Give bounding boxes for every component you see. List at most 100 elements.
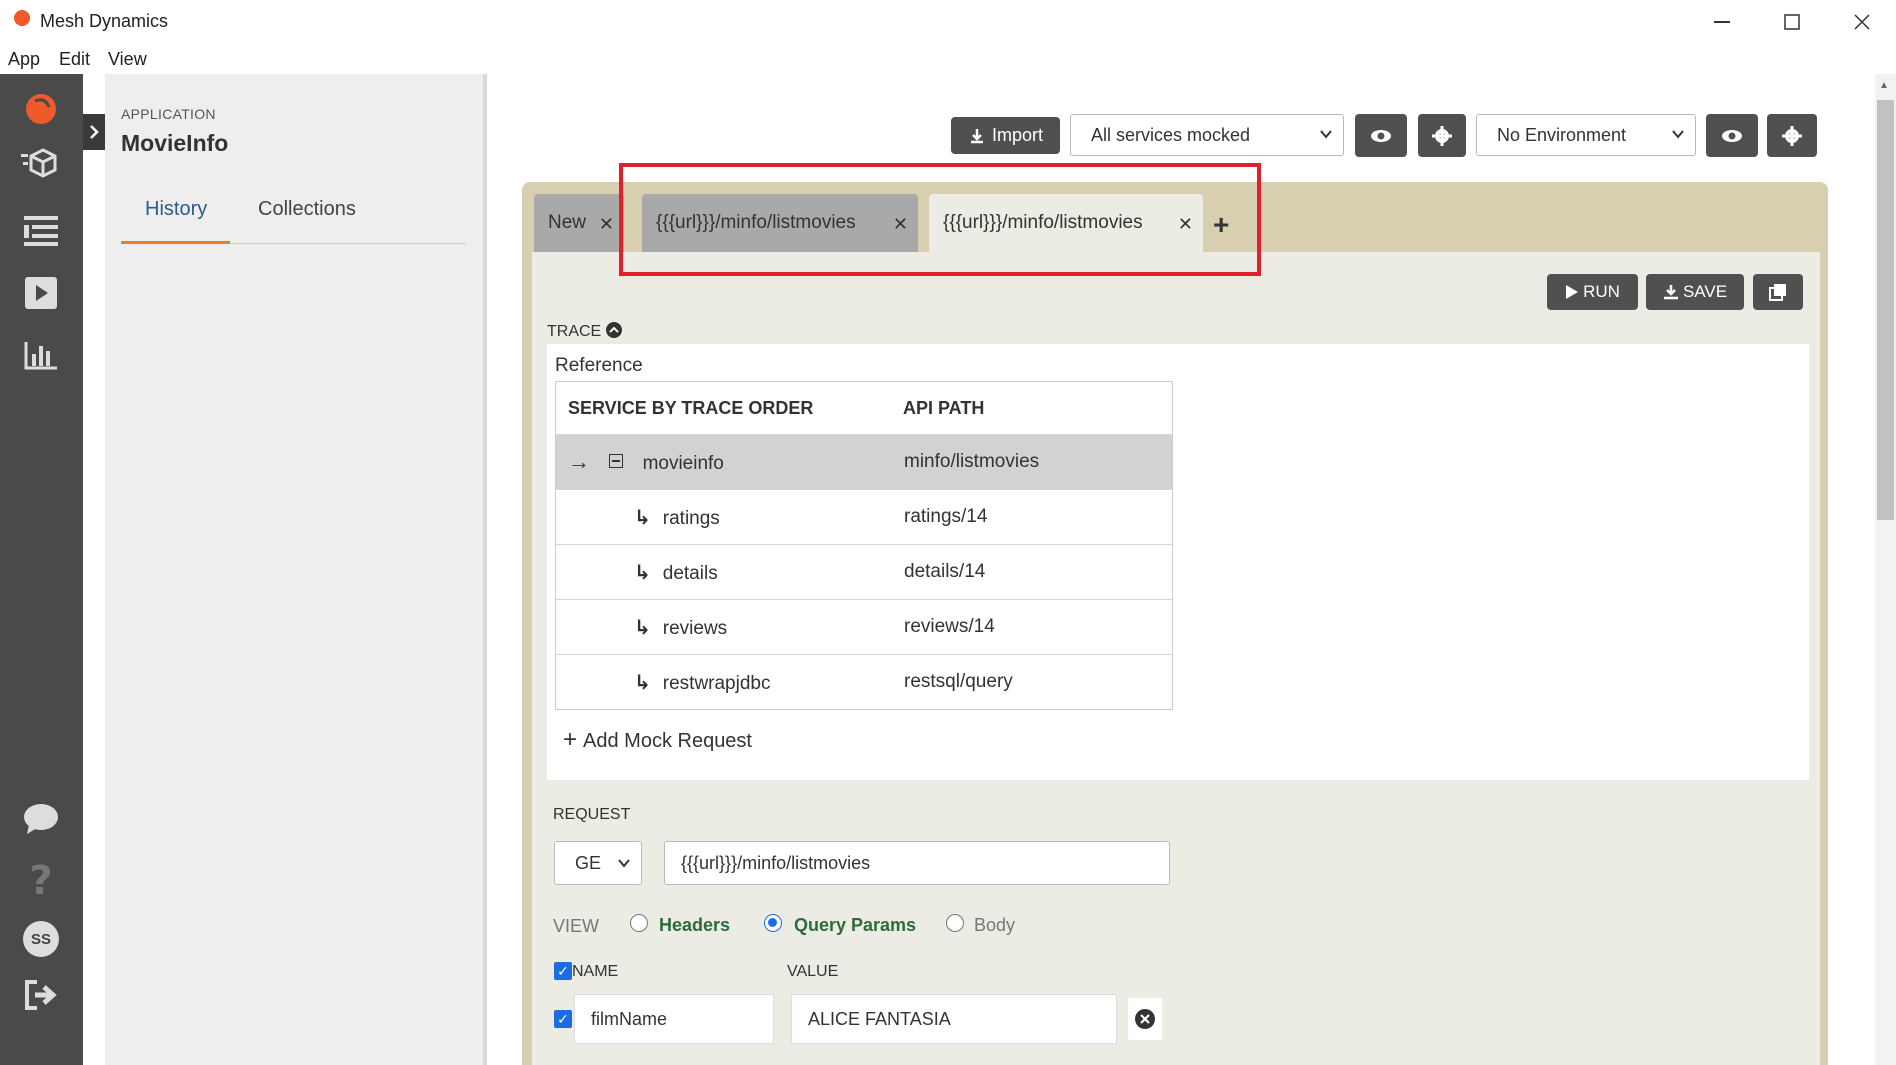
play-icon bbox=[1566, 285, 1579, 299]
chevron-down-icon bbox=[1672, 130, 1684, 139]
run-button[interactable]: RUN bbox=[1547, 274, 1638, 310]
remove-param-button[interactable] bbox=[1128, 998, 1162, 1040]
child-arrow-icon: ↳ bbox=[634, 506, 651, 529]
services-cube-icon[interactable] bbox=[20, 142, 62, 184]
request-section-label: REQUEST bbox=[553, 806, 631, 823]
duplicate-button[interactable] bbox=[1753, 274, 1803, 310]
column-header-api-path: API PATH bbox=[903, 397, 985, 418]
download-icon bbox=[1663, 285, 1678, 300]
chat-icon[interactable] bbox=[20, 798, 62, 840]
param-enabled-checkbox[interactable]: ✓ bbox=[554, 1010, 572, 1028]
api-path: reviews/14 bbox=[903, 599, 1173, 655]
window-title: Mesh Dynamics bbox=[40, 11, 169, 31]
table-row[interactable]: ↳ reviews reviews/14 bbox=[555, 599, 1173, 655]
radio-query-params[interactable] bbox=[764, 914, 782, 932]
app-logo-icon bbox=[14, 10, 30, 26]
avatar[interactable]: SS bbox=[20, 918, 62, 960]
trace-section-label[interactable]: TRACE bbox=[547, 322, 622, 341]
gear-icon bbox=[1432, 125, 1452, 146]
plus-icon: + bbox=[563, 726, 578, 753]
table-row[interactable]: → movieinfo minfo/listmovies bbox=[555, 434, 1173, 490]
add-mock-request-button[interactable]: + Add Mock Request bbox=[563, 726, 752, 754]
radio-headers-label[interactable]: Headers bbox=[659, 915, 730, 936]
trace-table: SERVICE BY TRACE ORDER API PATH → moviei… bbox=[555, 381, 1173, 710]
eye-icon bbox=[1371, 129, 1391, 142]
request-tab-label: New bbox=[548, 212, 587, 233]
scrollbar-thumb[interactable] bbox=[1877, 100, 1894, 520]
radio-headers[interactable] bbox=[630, 914, 648, 932]
title-bar bbox=[0, 0, 1896, 44]
menu-view[interactable]: View bbox=[108, 49, 147, 70]
table-row[interactable]: ↳ restwrapjdbc restsql/query bbox=[555, 654, 1173, 710]
param-value-input[interactable]: ALICE FANTASIA bbox=[791, 994, 1117, 1044]
request-tab-new[interactable]: New ✕ bbox=[534, 194, 624, 252]
param-name-input[interactable]: filmName bbox=[574, 994, 774, 1044]
child-arrow-icon: ↳ bbox=[634, 616, 651, 639]
environment-select[interactable]: No Environment bbox=[1476, 114, 1696, 156]
table-row[interactable]: ↳ ratings ratings/14 bbox=[555, 489, 1173, 545]
view-environment-button[interactable] bbox=[1706, 114, 1758, 157]
save-label: SAVE bbox=[1682, 282, 1728, 301]
side-panel bbox=[105, 74, 483, 1065]
param-value-header: VALUE bbox=[787, 963, 839, 980]
scroll-up-arrow-icon[interactable]: ▲ bbox=[1879, 80, 1889, 91]
chevron-down-icon bbox=[618, 859, 630, 868]
table-header-row: SERVICE BY TRACE ORDER API PATH bbox=[556, 382, 1173, 435]
environment-settings-button[interactable] bbox=[1767, 114, 1817, 157]
service-name: details bbox=[662, 562, 718, 584]
run-label: RUN bbox=[1583, 282, 1620, 301]
select-all-params-checkbox[interactable]: ✓ bbox=[554, 962, 572, 980]
api-path: details/14 bbox=[903, 544, 1173, 600]
mock-services-select[interactable]: All services mocked bbox=[1070, 114, 1344, 156]
mock-settings-button[interactable] bbox=[1418, 114, 1466, 157]
copy-icon bbox=[1769, 284, 1786, 301]
eye-icon bbox=[1722, 129, 1742, 142]
minimize-button[interactable] bbox=[1692, 0, 1752, 44]
highlight-annotation-box bbox=[619, 163, 1261, 276]
import-icon bbox=[970, 128, 983, 143]
active-tab-indicator bbox=[121, 241, 230, 244]
close-window-button[interactable] bbox=[1832, 0, 1892, 44]
help-icon[interactable]: ? bbox=[20, 858, 62, 904]
close-tab-icon[interactable]: ✕ bbox=[599, 214, 614, 235]
close-circle-icon bbox=[1135, 1009, 1155, 1029]
chevron-down-icon bbox=[1320, 130, 1332, 139]
method-value: GE bbox=[575, 852, 602, 873]
method-select[interactable]: GE bbox=[554, 841, 642, 885]
application-label: APPLICATION bbox=[121, 106, 216, 122]
logout-icon[interactable] bbox=[20, 974, 62, 1016]
brand-logo-icon[interactable] bbox=[20, 88, 62, 130]
expand-sidebar-button[interactable] bbox=[83, 114, 105, 150]
trace-label: TRACE bbox=[547, 323, 602, 340]
menu-edit[interactable]: Edit bbox=[59, 49, 90, 70]
table-row[interactable]: ↳ details details/14 bbox=[555, 544, 1173, 600]
import-button[interactable]: Import bbox=[951, 117, 1060, 154]
menu-app[interactable]: App bbox=[8, 49, 40, 70]
tab-history[interactable]: History bbox=[145, 198, 207, 221]
tab-collections[interactable]: Collections bbox=[258, 198, 356, 221]
reference-label: Reference bbox=[555, 355, 643, 376]
environment-select-value: No Environment bbox=[1497, 124, 1627, 145]
radio-query-params-label[interactable]: Query Params bbox=[794, 915, 916, 936]
maximize-button[interactable] bbox=[1762, 0, 1822, 44]
view-label: VIEW bbox=[553, 916, 600, 936]
param-name-header: NAME bbox=[572, 963, 619, 980]
save-button[interactable]: SAVE bbox=[1646, 274, 1744, 310]
param-name-value: filmName bbox=[591, 1008, 668, 1029]
play-icon[interactable] bbox=[20, 272, 62, 314]
list-icon[interactable] bbox=[20, 210, 62, 252]
gear-icon bbox=[1782, 125, 1802, 146]
url-input[interactable] bbox=[664, 841, 1170, 885]
current-arrow-icon: → bbox=[568, 449, 590, 474]
view-mock-config-button[interactable] bbox=[1355, 114, 1407, 157]
left-rail: ? SS bbox=[0, 74, 83, 1065]
api-path: restsql/query bbox=[903, 654, 1173, 710]
child-arrow-icon: ↳ bbox=[634, 671, 651, 694]
collapse-node-icon[interactable] bbox=[609, 454, 624, 468]
mock-select-value: All services mocked bbox=[1091, 124, 1251, 145]
import-label: Import bbox=[991, 125, 1043, 145]
chart-icon[interactable] bbox=[20, 334, 62, 376]
avatar-initials: SS bbox=[23, 921, 59, 957]
radio-body-label[interactable]: Body bbox=[974, 915, 1015, 936]
radio-body[interactable] bbox=[946, 914, 964, 932]
